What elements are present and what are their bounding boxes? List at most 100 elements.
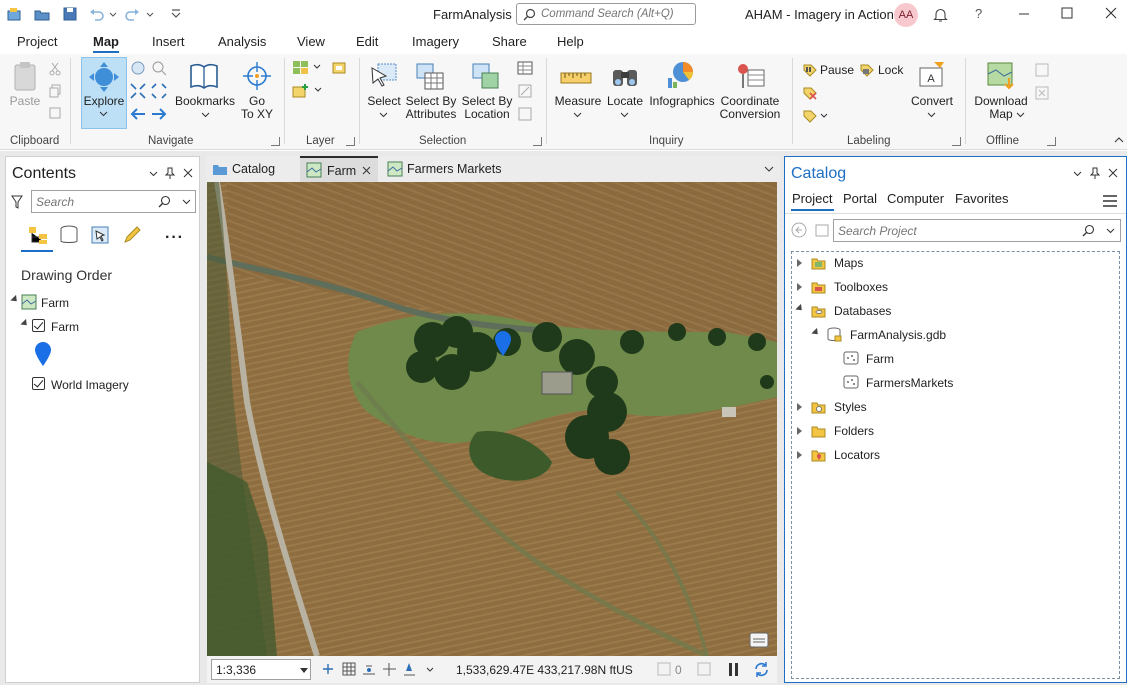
avatar[interactable]: AA [894,3,918,27]
expand-maps-chevron-icon[interactable] [797,259,802,267]
fixed-zoom-out-icon[interactable] [151,83,167,99]
catalog-tab-computer[interactable]: Computer [887,191,944,206]
layer-farm-name[interactable]: Farm [51,320,79,334]
lock-button[interactable]: Lock [878,64,912,77]
add-grid-icon[interactable] [322,662,337,677]
command-search-input[interactable] [541,6,691,22]
chevron-down-icon[interactable] [426,667,434,672]
pin-icon[interactable] [165,167,175,179]
tab-catalog-view[interactable]: Catalog [206,156,298,182]
undo-icon[interactable] [89,6,105,22]
basemap-icon[interactable] [331,60,347,76]
pane-options-chevron-icon[interactable] [149,171,158,177]
collapse-gdb-chevron-icon[interactable] [811,327,821,338]
collapse-databases-chevron-icon[interactable] [795,303,805,314]
remove-offline-icon[interactable] [1034,85,1050,101]
tab-view[interactable]: View [297,34,325,49]
tab-list-chevron-icon[interactable] [764,166,774,173]
catalog-tab-favorites[interactable]: Favorites [955,191,1008,206]
fixed-zoom-in-icon[interactable] [130,83,146,99]
go-to-xy-button[interactable]: Go To XY [236,95,278,121]
zoom-to-selection-icon[interactable] [151,60,167,76]
labeling-dialog-launcher-icon[interactable] [952,137,961,146]
scale-selector[interactable]: 1:3,336 [211,659,311,680]
zoom-to-selected-icon[interactable] [517,106,533,122]
pane-options-chevron-icon[interactable] [1073,171,1082,177]
expand-folders-chevron-icon[interactable] [797,427,802,435]
menu-icon[interactable] [1103,195,1117,207]
close-tab-icon[interactable] [362,166,371,175]
catalog-tab-project[interactable]: Project [792,191,832,206]
chevron-down-icon[interactable] [182,199,191,205]
layer-farm-checkbox[interactable] [32,319,45,332]
sync-icon[interactable] [1034,62,1050,78]
pause-button[interactable]: Pause [820,64,856,77]
catalog-item-toolboxes[interactable]: Toolboxes [834,280,888,294]
tab-analysis[interactable]: Analysis [218,34,266,49]
tab-project[interactable]: Project [17,34,57,49]
minimize-icon[interactable] [1018,8,1030,20]
attributes-table-icon[interactable] [517,60,533,76]
tab-map[interactable]: Map [93,34,119,53]
tab-farmers-markets-view[interactable]: Farmers Markets [382,156,512,182]
map-name[interactable]: Farm [41,296,69,310]
more-options-icon[interactable]: ··· [165,229,184,247]
expand-toolboxes-chevron-icon[interactable] [797,283,802,291]
clear-selection-icon[interactable] [517,83,533,99]
close-pane-icon[interactable] [1108,168,1118,178]
user-name[interactable]: AHAM - Imagery in Action [745,7,894,22]
north-arrow-icon[interactable] [402,662,417,677]
list-by-selection-icon[interactable] [90,225,112,245]
select-by-location-button[interactable]: Select By Location [461,95,513,121]
catalog-item-farm[interactable]: Farm [866,352,894,366]
catalog-search-input[interactable] [838,223,1078,238]
tab-edit[interactable]: Edit [356,34,378,49]
layer-dialog-launcher-icon[interactable] [346,137,355,146]
previous-extent-icon[interactable] [130,106,146,122]
tab-insert[interactable]: Insert [152,34,185,49]
map-overlay-toggle-icon[interactable] [749,630,769,648]
catalog-tab-portal[interactable]: Portal [843,191,877,206]
grid-icon[interactable] [342,662,357,677]
maximize-icon[interactable] [1061,7,1073,19]
expand-locators-chevron-icon[interactable] [797,451,802,459]
navigate-dialog-launcher-icon[interactable] [271,137,280,146]
contents-search-box[interactable] [31,190,196,213]
redo-dropdown-icon[interactable] [146,6,154,22]
selection-dialog-launcher-icon[interactable] [533,137,542,146]
convert-button[interactable]: Convert [906,95,958,108]
expand-styles-chevron-icon[interactable] [797,403,802,411]
catalog-item-databases[interactable]: Databases [834,304,891,318]
list-by-drawing-order-icon[interactable] [27,225,49,245]
chevron-down-icon[interactable] [1106,228,1115,234]
refresh-extent-icon[interactable] [697,662,712,677]
close-window-icon[interactable] [1105,7,1117,19]
command-search-box[interactable] [516,3,696,25]
catalog-item-folders[interactable]: Folders [834,424,874,438]
select-button[interactable]: Select [363,95,405,108]
catalog-item-maps[interactable]: Maps [834,256,863,270]
explore-button[interactable]: Explore [81,57,127,129]
constraints-icon[interactable] [382,662,397,677]
home-folder-icon[interactable] [814,222,830,238]
layer-world-imagery-checkbox[interactable] [32,377,45,390]
layer-world-imagery-name[interactable]: World Imagery [51,378,129,392]
locate-button[interactable]: Locate [603,95,647,108]
tab-imagery[interactable]: Imagery [412,34,459,49]
pin-icon[interactable] [1090,167,1100,179]
close-pane-icon[interactable] [183,168,193,178]
contents-search-input[interactable] [36,194,154,209]
new-project-icon[interactable] [6,6,22,22]
select-by-attributes-button[interactable]: Select By Attributes [403,95,459,121]
add-data-icon[interactable] [292,60,312,76]
refresh-icon[interactable] [753,661,770,678]
save-icon[interactable] [62,6,78,22]
paste-button[interactable]: Paste [6,95,44,108]
notifications-bell-icon[interactable] [932,6,949,23]
catalog-search-box[interactable] [833,219,1121,242]
list-by-editing-icon[interactable] [122,225,144,245]
open-project-icon[interactable] [34,6,50,22]
redo-icon[interactable] [124,6,140,22]
tab-share[interactable]: Share [492,34,527,49]
expand-map-chevron-icon[interactable] [10,294,20,305]
